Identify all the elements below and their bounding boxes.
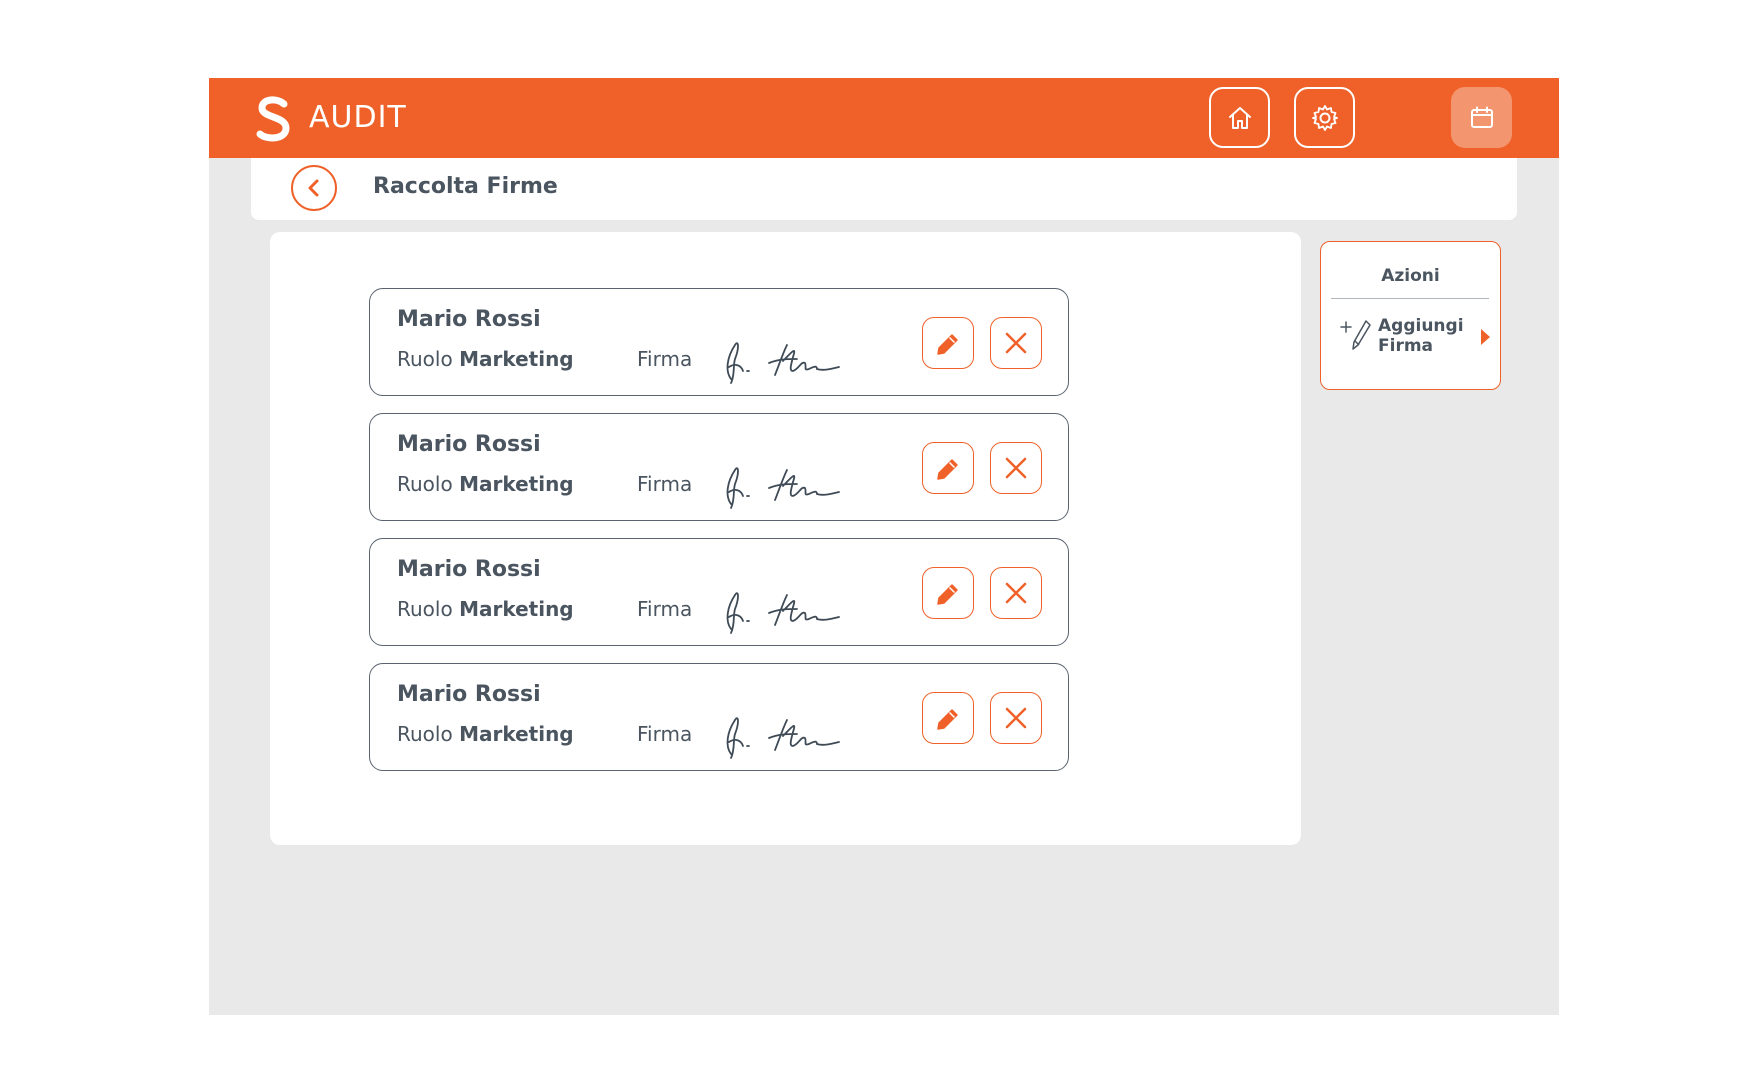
signature-image	[726, 592, 840, 634]
pencil-icon	[937, 584, 958, 605]
pencil-icon	[937, 709, 958, 730]
pencil-icon	[937, 459, 958, 480]
signature-card: Mario Rossi Ruolo Marketing Firma	[369, 538, 1069, 646]
edit-button[interactable]	[922, 317, 974, 369]
role-label: Ruolo	[397, 597, 453, 621]
back-button[interactable]	[291, 165, 337, 211]
delete-button[interactable]	[990, 317, 1042, 369]
home-button[interactable]	[1209, 87, 1270, 148]
signer-name: Mario Rossi	[397, 432, 541, 457]
role-value: Marketing	[459, 347, 574, 371]
signatures-panel: Mario Rossi Ruolo Marketing Firma Mario …	[270, 232, 1301, 845]
edit-button[interactable]	[922, 567, 974, 619]
delete-button[interactable]	[990, 442, 1042, 494]
signer-name: Mario Rossi	[397, 682, 541, 707]
close-icon	[1005, 707, 1027, 729]
signature-label: Firma	[637, 597, 693, 621]
close-icon	[1005, 457, 1027, 479]
signer-role: Ruolo Marketing	[397, 597, 574, 621]
caret-right-icon	[1481, 329, 1490, 345]
signature-card: Mario Rossi Ruolo Marketing Firma	[369, 288, 1069, 396]
calendar-button[interactable]	[1451, 87, 1512, 148]
close-icon	[1005, 332, 1027, 354]
edit-button[interactable]	[922, 692, 974, 744]
signer-name: Mario Rossi	[397, 557, 541, 582]
edit-button[interactable]	[922, 442, 974, 494]
role-label: Ruolo	[397, 347, 453, 371]
add-signature-label-line2: Firma	[1378, 336, 1434, 356]
actions-title: Azioni	[1381, 266, 1440, 286]
app-window: AUDIT Raccolta Firme Mario Rossi Ruolo M…	[209, 78, 1559, 1015]
role-value: Marketing	[459, 597, 574, 621]
calendar-icon	[1470, 106, 1493, 128]
s-logo-icon	[256, 96, 290, 142]
signature-image	[726, 717, 840, 759]
signer-role: Ruolo Marketing	[397, 472, 574, 496]
signature-image	[726, 467, 840, 509]
delete-button[interactable]	[990, 567, 1042, 619]
role-label: Ruolo	[397, 472, 453, 496]
signature-card: Mario Rossi Ruolo Marketing Firma	[369, 663, 1069, 771]
role-value: Marketing	[459, 472, 574, 496]
add-signature-label: Aggiungi Firma	[1378, 316, 1468, 356]
delete-button[interactable]	[990, 692, 1042, 744]
signature-image	[726, 342, 840, 384]
signature-card: Mario Rossi Ruolo Marketing Firma	[369, 413, 1069, 521]
top-bar: AUDIT	[209, 78, 1559, 158]
add-pen-icon	[1340, 320, 1371, 350]
role-label: Ruolo	[397, 722, 453, 746]
signer-role: Ruolo Marketing	[397, 722, 574, 746]
signature-label: Firma	[637, 347, 693, 371]
home-icon	[1228, 106, 1251, 129]
signer-role: Ruolo Marketing	[397, 347, 574, 371]
divider	[1331, 298, 1489, 299]
settings-button[interactable]	[1294, 87, 1355, 148]
page-title: Raccolta Firme	[373, 174, 558, 199]
signature-label: Firma	[637, 722, 693, 746]
app-title: AUDIT	[309, 100, 407, 135]
add-signature-action[interactable]: Aggiungi Firma	[1331, 316, 1490, 364]
page-header: Raccolta Firme	[251, 158, 1517, 220]
pencil-icon	[937, 334, 958, 355]
add-signature-label-line1: Aggiungi	[1378, 316, 1464, 336]
gear-icon	[1311, 104, 1338, 131]
signer-name: Mario Rossi	[397, 307, 541, 332]
close-icon	[1005, 582, 1027, 604]
signature-label: Firma	[637, 472, 693, 496]
role-value: Marketing	[459, 722, 574, 746]
chevron-left-icon	[308, 179, 319, 197]
actions-panel: Azioni Aggiungi Firma	[1320, 241, 1501, 390]
